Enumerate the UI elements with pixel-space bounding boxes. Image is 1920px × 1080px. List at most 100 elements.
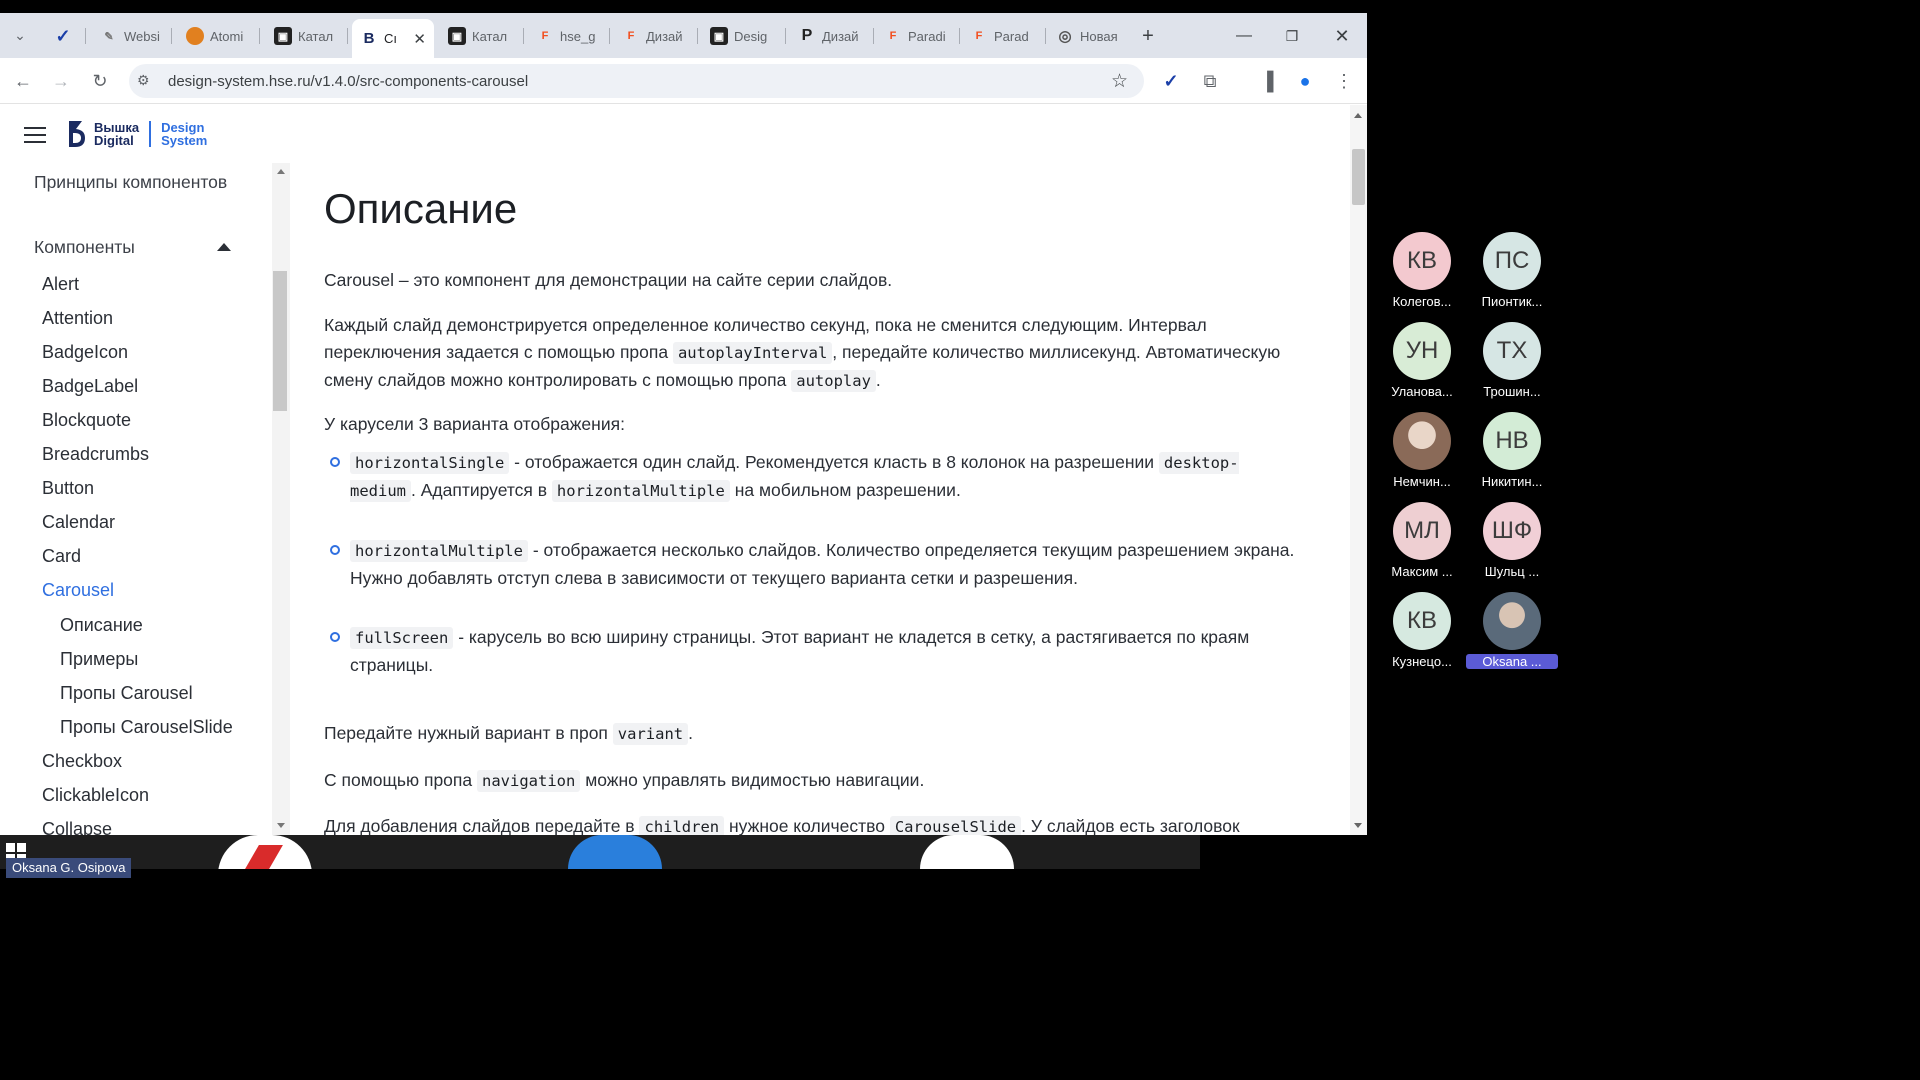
site-settings-icon[interactable]: ⚙ (137, 72, 150, 89)
tab-active[interactable]: B Cı ✕ (352, 19, 434, 58)
tab-8[interactable]: ▣ Desig (702, 21, 786, 51)
url-text[interactable]: design-system.hse.ru/v1.4.0/src-componen… (168, 73, 528, 90)
list-bullet (330, 632, 340, 642)
scroll-down-arrow-icon[interactable] (277, 823, 285, 828)
sidebar-subitem-description[interactable]: Описание (60, 615, 143, 636)
participant-name: Никитин... (1481, 474, 1543, 489)
participant-tile[interactable]: КВ Колегов... (1376, 232, 1466, 312)
tab-label: Websi (124, 28, 160, 44)
sidebar-item-calendar[interactable]: Calendar (42, 512, 115, 533)
sidebar-scrollbar[interactable] (272, 163, 290, 835)
avatar: ТХ (1483, 322, 1541, 380)
minimize-icon[interactable]: — (1224, 23, 1264, 49)
close-tab-icon[interactable]: ✕ (413, 30, 426, 48)
tab-0[interactable]: ✓ (46, 21, 86, 51)
text: нужное количество (724, 816, 890, 835)
tab-separator (609, 28, 610, 44)
sidebar-item-badgeicon[interactable]: BadgeIcon (42, 342, 128, 363)
tab-2[interactable]: Atomi (178, 21, 260, 51)
dark-square-icon: ▣ (710, 27, 728, 45)
avatar-photo (1393, 412, 1451, 470)
tab-11[interactable]: F Parad (962, 21, 1046, 51)
sidebar-item-collapse[interactable]: Collapse (42, 819, 112, 835)
forward-icon[interactable]: → (47, 67, 75, 95)
participant-tile[interactable]: ШФ Шульц ... (1466, 502, 1556, 582)
sidebar-item-blockquote[interactable]: Blockquote (42, 410, 131, 431)
sidebar-item-clickableicon[interactable]: ClickableIcon (42, 785, 149, 806)
tab-1[interactable]: ✎ Websi (92, 21, 172, 51)
sidebar-scroll-thumb[interactable] (273, 271, 287, 411)
page-scroll-thumb[interactable] (1352, 149, 1365, 205)
sidebar-item-alert[interactable]: Alert (42, 274, 79, 295)
chrome-icon: ◎ (1058, 28, 1072, 45)
text: . (875, 370, 881, 390)
address-bar[interactable]: ⚙ design-system.hse.ru/v1.4.0/src-compon… (129, 64, 1144, 98)
code-autoplay: autoplay (791, 370, 876, 392)
sidebar-item-card[interactable]: Card (42, 546, 81, 567)
hamburger-menu-icon[interactable] (24, 127, 46, 143)
back-icon[interactable]: ← (9, 67, 37, 95)
sidebar-item-attention[interactable]: Attention (42, 308, 113, 329)
sidebar-subitem-examples[interactable]: Примеры (60, 649, 138, 670)
screen: ⌄ ✓ ✎ Websi Atomi ▣ Катал B Cı ✕ ▣ Катал… (0, 0, 1568, 882)
restore-icon[interactable]: ❐ (1272, 23, 1312, 49)
code-horizontalmultiple: horizontalMultiple (551, 480, 730, 502)
text: . (688, 723, 693, 743)
tab-9[interactable]: P Дизай (790, 21, 874, 51)
sidebar-section-components[interactable]: Компоненты (34, 237, 135, 258)
avatar: УН (1393, 322, 1451, 380)
tab-3[interactable]: ▣ Катал (266, 21, 348, 51)
text: - карусель во всю ширину страницы. Этот … (350, 627, 1250, 675)
tab-5[interactable]: ▣ Катал (440, 21, 524, 51)
list-item-horizontalmultiple: horizontalMultiple - отображается нескол… (350, 537, 1295, 592)
text: Carousel – это компонент для демонстраци… (324, 270, 893, 290)
sidebar-item-breadcrumbs[interactable]: Breadcrumbs (42, 444, 149, 465)
extension-v-icon[interactable]: ✓ (1157, 67, 1185, 95)
site-logo[interactable]: Вышка Digital Design System (66, 119, 207, 149)
close-window-icon[interactable]: ✕ (1322, 23, 1362, 49)
participant-tile[interactable]: НВ Никитин... (1466, 412, 1556, 492)
code-autoplayinterval: autoplayInterval (672, 342, 833, 364)
participant-tile[interactable]: УН Уланова... (1376, 322, 1466, 402)
paragraph-navigation-prop: С помощью пропа navigation можно управля… (324, 767, 1324, 795)
menu-kebab-icon[interactable]: ⋮ (1330, 67, 1358, 95)
code-horizontalmultiple: horizontalMultiple (350, 540, 528, 562)
participant-tile[interactable]: МЛ Максим ... (1376, 502, 1466, 582)
scroll-up-arrow-icon[interactable] (1354, 113, 1362, 118)
sidebar-section-principles[interactable]: Принципы компонентов (34, 169, 254, 195)
tab-label: Desig (734, 28, 768, 44)
side-panel-icon[interactable]: ▐ (1253, 67, 1281, 95)
page-title: Описание (324, 185, 518, 232)
participant-name: Oksana ... (1466, 654, 1558, 669)
extensions-puzzle-icon[interactable]: ⧉ (1196, 67, 1224, 95)
tab-10[interactable]: F Paradi (876, 21, 960, 51)
participant-tile[interactable]: Немчин... (1376, 412, 1466, 492)
sidebar-item-checkbox[interactable]: Checkbox (42, 751, 122, 772)
tab-7[interactable]: F Дизай (614, 21, 698, 51)
text: У карусели 3 варианта отображения: (324, 414, 625, 434)
sidebar-item-carousel[interactable]: Carousel (42, 580, 114, 601)
tab-12[interactable]: ◎ Новая (1048, 21, 1134, 51)
participant-tile[interactable]: ПС Пионтик... (1466, 232, 1556, 312)
new-tab-button[interactable]: + (1128, 23, 1168, 49)
scroll-up-arrow-icon[interactable] (277, 169, 285, 174)
figma-icon: F (889, 30, 897, 42)
sidebar-item-badgelabel[interactable]: BadgeLabel (42, 376, 138, 397)
text: Передайте нужный вариант в проп (324, 723, 613, 743)
sidebar-item-button[interactable]: Button (42, 478, 94, 499)
scroll-down-arrow-icon[interactable] (1354, 823, 1362, 828)
bookmark-star-icon[interactable]: ☆ (1111, 70, 1128, 93)
participant-tile[interactable]: КВ Кузнецо... (1376, 592, 1466, 672)
profile-icon[interactable]: ● (1291, 67, 1319, 95)
participant-tile[interactable]: ТХ Трошин... (1466, 322, 1556, 402)
tab-label: Atomi (210, 28, 244, 44)
reload-icon[interactable]: ↻ (86, 67, 114, 95)
page-scrollbar[interactable] (1350, 105, 1367, 835)
sidebar-subitem-carousel-props[interactable]: Пропы Carousel (60, 683, 193, 704)
sidebar-subitem-carouselslide-props[interactable]: Пропы CarouselSlide (60, 717, 233, 738)
participant-tile-self[interactable]: Oksana ... (1466, 592, 1558, 672)
collapse-caret-icon[interactable] (217, 243, 231, 251)
tab-search-icon[interactable]: ⌄ (6, 21, 34, 49)
tab-6[interactable]: F hse_g (528, 21, 610, 51)
browser-toolbar: ← → ↻ ⚙ design-system.hse.ru/v1.4.0/src-… (0, 58, 1367, 104)
